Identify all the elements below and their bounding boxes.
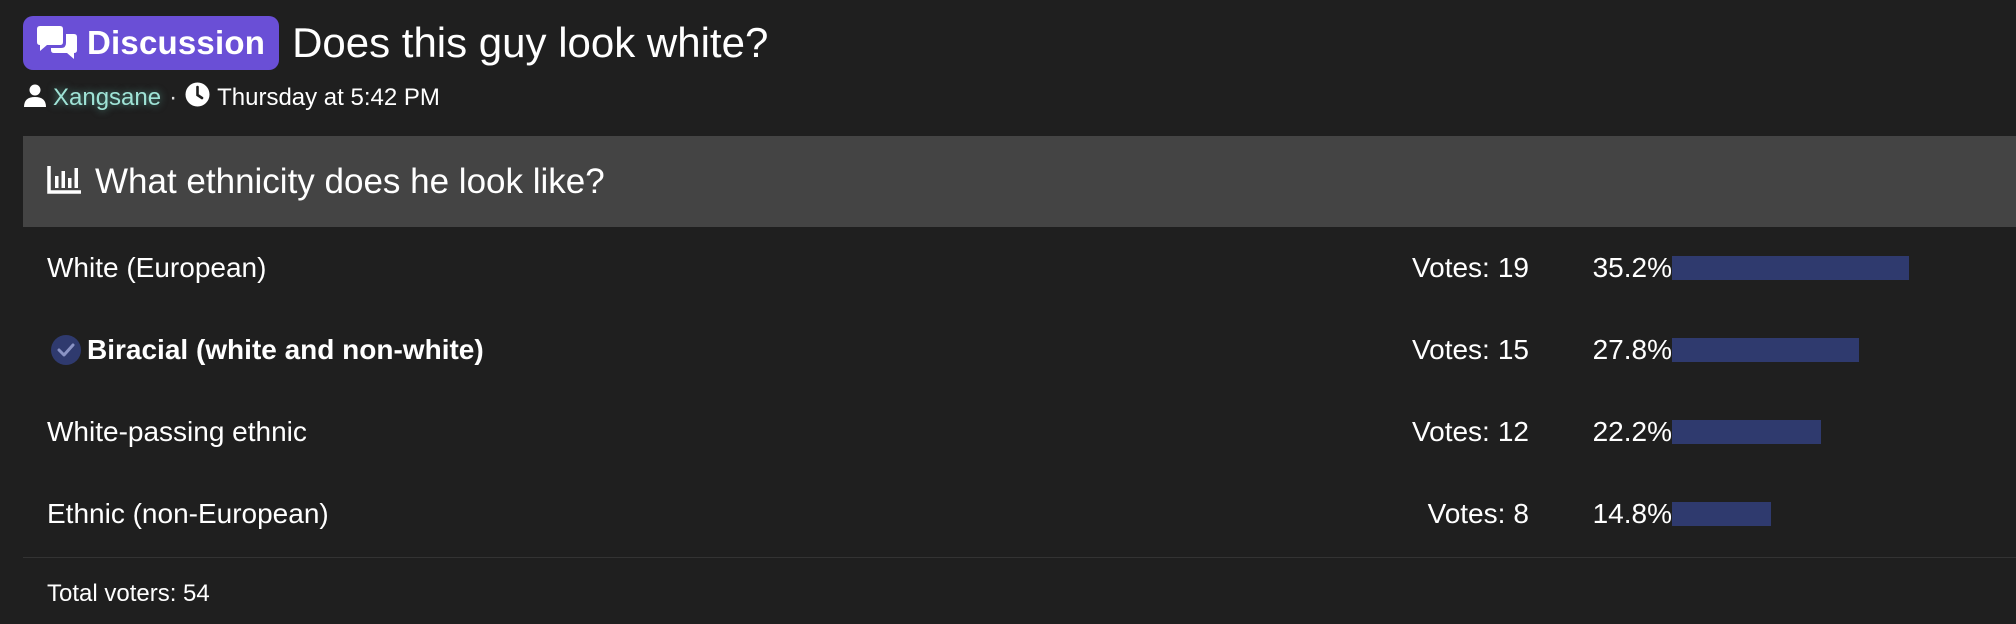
- poll-bar-fill: [1672, 338, 1859, 362]
- poll-option-percent: 22.2%: [1592, 416, 1672, 447]
- poll-bar-fill: [1672, 502, 1771, 526]
- thread-page: Discussion Does this guy look white? Xan…: [0, 0, 2016, 624]
- poll-bar-fill: [1672, 420, 1821, 444]
- post-date[interactable]: Thursday at 5:42 PM: [217, 84, 440, 112]
- poll-option-bar: [1672, 420, 2012, 444]
- thread-header: Discussion Does this guy look white?: [23, 16, 768, 70]
- thread-title: Does this guy look white?: [292, 19, 769, 66]
- votes-count: 12: [1497, 416, 1529, 447]
- poll-option-row: White (European) Votes: 19 35.2%: [23, 227, 2016, 309]
- poll-question: What ethnicity does he look like?: [95, 161, 605, 201]
- votes-count: 19: [1497, 252, 1529, 283]
- poll-header: What ethnicity does he look like?: [23, 136, 2016, 227]
- poll-option-row: Ethnic (non-European) Votes: 8 14.8%: [23, 473, 2016, 555]
- poll-option-percent: 35.2%: [1592, 252, 1672, 283]
- votes-label: Votes:: [1412, 416, 1490, 447]
- poll-option-percent: 14.8%: [1592, 498, 1672, 529]
- total-voters: Total voters: 54: [47, 580, 210, 607]
- author-link[interactable]: Xangsane: [53, 84, 161, 112]
- prefix-label: Discussion: [87, 24, 266, 61]
- thread-meta: Xangsane · Thursday at 5:42 PM: [23, 80, 440, 116]
- poll-option-row: Biracial (white and non-white) Votes: 15 …: [23, 309, 2016, 391]
- user-icon: [23, 83, 47, 114]
- poll-option-votes: Votes: 19: [1412, 227, 1529, 309]
- poll-option-label: White (European): [47, 252, 267, 283]
- poll-option-bar: [1672, 338, 2012, 362]
- prefix-badge[interactable]: Discussion: [23, 16, 280, 70]
- poll-option-text: Biracial (white and non-white): [87, 334, 484, 365]
- poll-option-votes: Votes: 15: [1412, 309, 1529, 391]
- poll-bar-fill: [1672, 256, 1909, 280]
- meta-separator: ·: [169, 84, 178, 111]
- poll-option-label: White-passing ethnic: [47, 416, 307, 447]
- bar-chart-icon: [47, 164, 83, 199]
- poll-block: What ethnicity does he look like? White …: [23, 136, 2016, 624]
- votes-label: Votes:: [1412, 334, 1490, 365]
- votes-count: 8: [1513, 498, 1529, 529]
- poll-option-bar: [1672, 256, 2012, 280]
- poll-option-label: Ethnic (non-European): [47, 498, 329, 529]
- poll-option-votes: Votes: 12: [1412, 391, 1529, 473]
- check-circle-icon: [51, 335, 81, 365]
- votes-label: Votes:: [1427, 498, 1506, 529]
- comments-icon: [35, 25, 79, 61]
- clock-icon: [185, 82, 210, 114]
- votes-label: Votes:: [1412, 252, 1490, 283]
- poll-option-votes: Votes: 8: [1428, 473, 1529, 555]
- poll-option-label-selected: Biracial (white and non-white): [47, 309, 484, 391]
- votes-count: 15: [1497, 334, 1529, 365]
- poll-option-row: White-passing ethnic Votes: 12 22.2%: [23, 391, 2016, 473]
- poll-option-bar: [1672, 502, 2012, 526]
- poll-option-percent: 27.8%: [1592, 334, 1672, 365]
- poll-divider: [23, 557, 2016, 558]
